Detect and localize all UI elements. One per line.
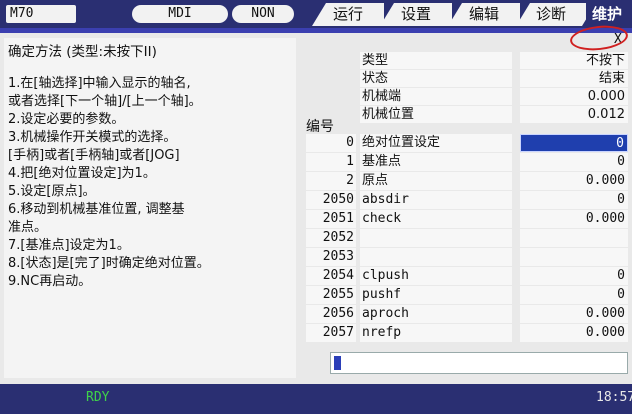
param-name: nrefp: [360, 324, 512, 342]
param-number: 2053: [306, 248, 356, 266]
param-number: 2054: [306, 267, 356, 285]
param-number: 1: [306, 153, 356, 171]
ready-status: RDY: [86, 390, 110, 405]
tab-edit[interactable]: 编辑: [448, 3, 520, 26]
param-value-field[interactable]: 0: [520, 134, 628, 152]
status-label-machine-position: 机械位置: [360, 106, 512, 123]
param-name: check: [360, 210, 512, 228]
help-line: 1.在[轴选择]中输入显示的轴名,: [8, 76, 191, 91]
input-cursor: [334, 356, 341, 370]
table-row[interactable]: 0 绝对位置设定 0: [306, 134, 628, 152]
help-line: 准点。: [8, 220, 48, 235]
param-value-field[interactable]: [520, 248, 628, 266]
status-label-machine-end: 机械端: [360, 88, 512, 105]
status-value-type: 不按下: [520, 52, 628, 69]
tab-maintenance[interactable]: 维护: [582, 3, 632, 26]
help-line: 5.设定[原点]。: [8, 184, 96, 199]
param-number: 2057: [306, 324, 356, 342]
table-row[interactable]: 2050 absdir 0: [306, 191, 628, 209]
table-row[interactable]: 2057 nrefp 0.000: [306, 324, 628, 342]
param-value-field[interactable]: 0.000: [520, 210, 628, 228]
status-label-state: 状态: [360, 70, 512, 87]
param-name: pushf: [360, 286, 512, 304]
model-label: M70: [6, 5, 76, 23]
tab-run[interactable]: 运行: [312, 3, 384, 26]
procedure-help-panel: 确定方法 (类型:未按下II) 1.在[轴选择]中输入显示的轴名, 或者选择[下…: [4, 38, 296, 378]
help-line: 3.机械操作开关模式的选择。: [8, 130, 177, 145]
param-value-field[interactable]: 0: [520, 191, 628, 209]
status-label-type: 类型: [360, 52, 512, 69]
param-number: 2055: [306, 286, 356, 304]
table-row[interactable]: 2056 aproch 0.000: [306, 305, 628, 323]
status-value-machine-end: 0.000: [520, 88, 628, 105]
param-name: 原点: [360, 172, 512, 190]
table-row[interactable]: 2052: [306, 229, 628, 247]
table-row[interactable]: 2054 clpush 0: [306, 267, 628, 285]
param-name: 基准点: [360, 153, 512, 171]
param-value-field[interactable]: [520, 229, 628, 247]
header-divider: [0, 28, 632, 33]
table-row[interactable]: 2055 pushf 0: [306, 286, 628, 304]
status-value-state: 结束: [520, 70, 628, 87]
table-row[interactable]: 1 基准点 0: [306, 153, 628, 171]
param-value-field[interactable]: 0.000: [520, 324, 628, 342]
param-value-field[interactable]: 0: [520, 267, 628, 285]
tab-diagnosis[interactable]: 诊断: [516, 3, 586, 26]
clock: 18:57: [596, 390, 632, 405]
param-name: aproch: [360, 305, 512, 323]
help-line: 2.设定必要的参数。: [8, 112, 125, 127]
help-line: 9.NC再启动。: [8, 274, 92, 289]
operation-mode-indicator: MDI: [132, 5, 228, 23]
help-line: 或者选择[下一个轴]/[上一个轴]。: [8, 94, 202, 109]
param-value-field[interactable]: 0.000: [520, 305, 628, 323]
table-row[interactable]: 2053: [306, 248, 628, 266]
param-name: [360, 229, 512, 247]
table-row[interactable]: 2051 check 0.000: [306, 210, 628, 228]
top-status-bar: M70 MDI NON 运行 设置 编辑 诊断 维护: [0, 0, 632, 28]
param-name: absdir: [360, 191, 512, 209]
bottom-status-bar: RDY 18:57: [0, 384, 632, 414]
param-value-field[interactable]: 0: [520, 153, 628, 171]
help-line: [手柄]或者[手柄轴]或者[JOG]: [8, 148, 180, 163]
param-number: 0: [306, 134, 356, 152]
table-row[interactable]: 2 原点 0.000: [306, 172, 628, 190]
param-value-field[interactable]: 0: [520, 286, 628, 304]
sub-mode-indicator: NON: [232, 5, 294, 23]
help-line: 7.[基准点]设定为1。: [8, 238, 130, 253]
param-name: 绝对位置设定: [360, 134, 512, 152]
tab-setup[interactable]: 设置: [380, 3, 452, 26]
status-value-machine-position: 0.012: [520, 106, 628, 123]
help-line: 6.移动到机械基准位置, 调整基: [8, 202, 185, 217]
param-number: 2: [306, 172, 356, 190]
param-number: 2052: [306, 229, 356, 247]
help-line: 8.[状态]是[完了]时确定绝对位置。: [8, 256, 210, 271]
param-number: 2051: [306, 210, 356, 228]
param-name: clpush: [360, 267, 512, 285]
param-number: 2056: [306, 305, 356, 323]
param-number: 2050: [306, 191, 356, 209]
help-line: 4.把[绝对位置设定]为1。: [8, 166, 156, 181]
param-name: [360, 248, 512, 266]
number-column-header: 编号: [306, 119, 334, 135]
data-input-field[interactable]: [330, 352, 628, 374]
param-value-field[interactable]: 0.000: [520, 172, 628, 190]
help-title: 确定方法 (类型:未按下II): [8, 44, 157, 60]
